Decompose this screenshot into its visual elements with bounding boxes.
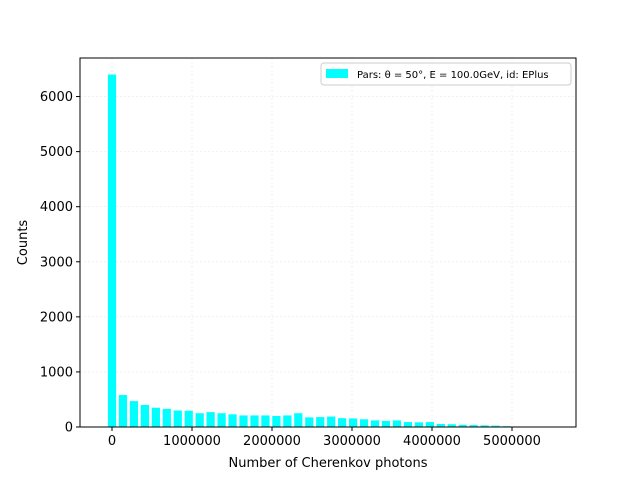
y-tick-label: 0: [65, 421, 73, 436]
histogram-bar: [305, 417, 314, 427]
histogram-bar: [250, 415, 259, 427]
histogram-bar: [294, 413, 303, 427]
histogram-bar: [316, 417, 325, 427]
histogram-bar: [228, 414, 237, 427]
histogram-bar: [140, 404, 149, 427]
histogram-bar: [173, 410, 182, 427]
histogram-bar: [414, 422, 423, 427]
y-axis-title: Counts: [16, 220, 31, 266]
histogram-bar: [129, 401, 139, 427]
histogram-bar: [283, 415, 292, 427]
histogram-bar: [381, 420, 391, 427]
histogram-bar: [151, 407, 160, 427]
histogram-bar: [327, 416, 336, 427]
y-tick-label: 1000: [40, 365, 73, 380]
y-tick-label: 5000: [40, 145, 73, 160]
histogram-bar: [206, 412, 215, 427]
y-tick-label: 3000: [40, 255, 73, 270]
x-tick-label: 1000000: [163, 434, 221, 449]
legend: Pars: θ = 50°, E = 100.0GeV, id: EPlus: [320, 62, 572, 86]
histogram-chart: 0 1000000 2000000 3000000 4000000 5000000 0 100…: [0, 0, 640, 480]
x-axis-title: Number of Cherenkov photons: [229, 456, 428, 471]
histogram-bar: [349, 418, 358, 427]
histogram-bar: [239, 415, 248, 427]
x-tick-label: 2000000: [243, 434, 301, 449]
histogram-bar: [217, 413, 226, 427]
histogram-bar: [184, 410, 193, 427]
histogram-bar: [162, 408, 171, 427]
legend-swatch: [326, 69, 348, 78]
histogram-bar: [338, 418, 347, 427]
histogram-bar: [392, 420, 402, 427]
x-tick-label: 4000000: [403, 434, 461, 449]
histogram-bar: [261, 415, 270, 427]
histogram-bar: [195, 413, 204, 427]
x-tick-label: 5000000: [483, 434, 541, 449]
histogram-bar: [359, 419, 369, 427]
x-tick-label: 0: [108, 434, 116, 449]
y-tick-label: 2000: [40, 310, 73, 325]
histogram-bar: [107, 74, 117, 427]
y-tick-label: 6000: [40, 90, 73, 105]
histogram-bar: [370, 420, 380, 427]
histogram-bar: [272, 415, 281, 427]
histogram-bar: [403, 422, 413, 427]
y-tick-label: 4000: [40, 200, 73, 215]
histogram-bar: [118, 395, 128, 427]
legend-entry: Pars: θ = 50°, E = 100.0GeV, id: EPlus: [357, 70, 549, 81]
x-tick-label: 3000000: [323, 434, 381, 449]
histogram-bar: [425, 422, 434, 427]
